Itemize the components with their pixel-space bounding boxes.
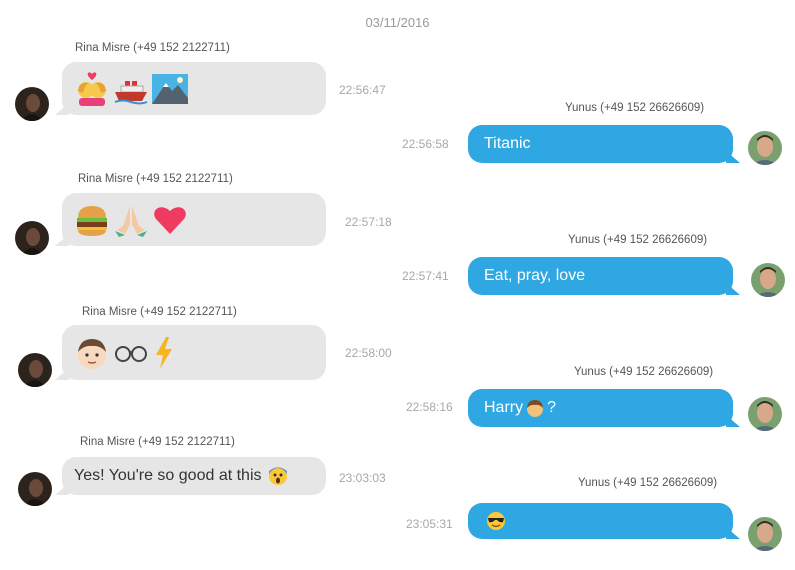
avatar-rina[interactable] [15,87,49,121]
timestamp: 22:56:58 [402,137,449,151]
boy-face-icon [78,338,106,369]
message-text: ? [547,399,557,416]
glasses-icon [115,345,147,362]
timestamp: 22:58:16 [406,400,453,414]
message-text: Titanic [484,135,531,152]
ship-icon [114,80,148,104]
timestamp: 22:58:00 [345,346,392,360]
timestamp: 22:57:18 [345,215,392,229]
timestamp: 23:03:03 [339,471,386,485]
sender-name-yunus: Yunus (+49 152 26626609) [578,477,718,489]
scream-face-icon [268,467,287,485]
sunglasses-face-icon [487,512,505,530]
incoming-message-bubble[interactable] [55,62,326,115]
timestamp: 22:57:41 [402,269,449,283]
hairy-head-icon [527,400,544,417]
sender-name-yunus: Yunus (+49 152 26626609) [568,234,708,246]
conversation-date: 03/11/2016 [365,15,430,30]
couple-heart-icon [78,71,106,106]
avatar-rina[interactable] [18,472,52,506]
sender-name-rina: Rina Misre (+49 152 2122711) [78,173,233,185]
sender-name-rina: Rina Misre (+49 152 2122711) [82,306,237,318]
avatar-yunus[interactable] [748,397,782,431]
timestamp: 23:05:31 [406,517,453,531]
outgoing-message-bubble[interactable]: Eat, pray, love [468,257,740,295]
incoming-message-bubble[interactable] [55,325,326,380]
heart-icon [154,206,186,234]
outgoing-message-bubble[interactable]: Titanic [468,125,740,163]
sender-name-rina: Rina Misre (+49 152 2122711) [80,436,235,448]
outgoing-message-bubble[interactable]: Harry ? [468,389,740,427]
sender-name-yunus: Yunus (+49 152 26626609) [565,102,705,114]
praying-hands-icon [115,205,147,237]
avatar-yunus[interactable] [748,131,782,165]
avatar-yunus[interactable] [751,263,785,297]
message-text: Eat, pray, love [484,267,586,284]
lightning-icon [156,336,172,369]
burger-icon [77,205,107,236]
incoming-message-bubble[interactable]: Yes! You're so good at this [55,457,326,495]
avatar-rina[interactable] [18,353,52,387]
avatar-rina[interactable] [15,221,49,255]
sender-name-rina: Rina Misre (+49 152 2122711) [75,42,230,54]
outgoing-message-bubble[interactable] [468,503,740,539]
timestamp: 22:56:47 [339,83,386,97]
mountain-icon [152,73,188,104]
incoming-message-bubble[interactable] [55,193,326,246]
message-text: Yes! You're so good at this [74,467,262,484]
sender-name-yunus: Yunus (+49 152 26626609) [574,366,714,378]
avatar-yunus[interactable] [748,517,782,551]
message-text: Harry [484,399,524,416]
